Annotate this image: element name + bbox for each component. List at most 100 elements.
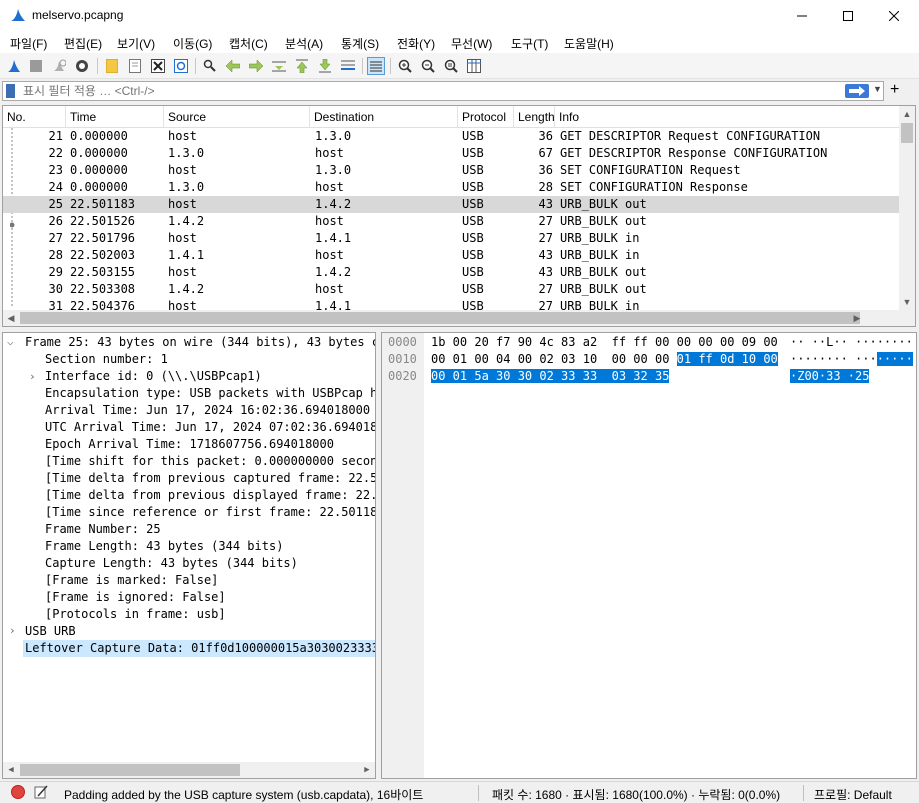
scroll-thumb[interactable] bbox=[20, 312, 860, 324]
ascii-line-0[interactable]: ·· ··L·· ········ bbox=[790, 334, 913, 351]
scroll-down-icon[interactable]: ▼ bbox=[899, 294, 915, 310]
packet-list-vscroll[interactable]: ▲ ▼ bbox=[899, 106, 915, 310]
hex-line-0[interactable]: 1b 00 20 f7 90 4c 83 a2 ff ff 00 00 00 0… bbox=[431, 334, 778, 351]
frame-field[interactable]: UTC Arrival Time: Jun 17, 2024 07:02:36.… bbox=[45, 419, 375, 436]
maximize-button[interactable] bbox=[825, 0, 871, 31]
frame-field[interactable]: [Protocols in frame: usb] bbox=[45, 606, 226, 623]
close-file-button[interactable] bbox=[149, 57, 167, 75]
frame-field[interactable]: [Frame is ignored: False] bbox=[45, 589, 226, 606]
menu-file[interactable]: 파일(F) bbox=[10, 35, 47, 52]
colorize-button[interactable] bbox=[367, 57, 385, 75]
packet-list-hscroll[interactable]: ◀ ▶ bbox=[3, 310, 915, 326]
scroll-up-icon[interactable]: ▲ bbox=[899, 106, 915, 122]
packet-cell-no: 29 bbox=[48, 265, 63, 279]
column-header-length[interactable]: Length bbox=[514, 106, 555, 128]
leftover-capture-data[interactable]: Leftover Capture Data: 01ff0d100000015a3… bbox=[23, 640, 375, 657]
menu-help[interactable]: 도움말(H) bbox=[564, 35, 614, 52]
frame-field[interactable]: Epoch Arrival Time: 1718607756.694018000 bbox=[45, 436, 334, 453]
column-header-source[interactable]: Source bbox=[164, 106, 310, 128]
profile-indicator[interactable]: 프로필: Default bbox=[814, 786, 892, 803]
zoom-out-button[interactable] bbox=[419, 57, 437, 75]
display-filter-input[interactable] bbox=[23, 83, 833, 99]
minimize-button[interactable] bbox=[779, 0, 825, 31]
frame-header[interactable]: Frame 25: 43 bytes on wire (344 bits), 4… bbox=[25, 334, 375, 351]
frame-field[interactable]: [Time since reference or first frame: 22… bbox=[45, 504, 375, 521]
expert-info-icon[interactable] bbox=[11, 785, 25, 799]
packet-row[interactable]: 29 22.503155 host 1.4.2 USB 43 URB_BULK out bbox=[3, 264, 900, 281]
capture-options-button[interactable] bbox=[73, 57, 91, 75]
zoom-in-button[interactable] bbox=[396, 57, 414, 75]
last-packet-button[interactable] bbox=[316, 57, 334, 75]
comment-edit-icon[interactable] bbox=[34, 785, 48, 799]
menu-analyze[interactable]: 분석(A) bbox=[285, 35, 323, 52]
scroll-thumb[interactable] bbox=[901, 123, 913, 143]
hex-line-1[interactable]: 00 01 00 04 00 02 03 10 00 00 00 01 ff 0… bbox=[431, 351, 778, 368]
scroll-right-icon[interactable]: ▶ bbox=[359, 762, 375, 778]
filter-history-dropdown[interactable]: ▼ bbox=[873, 84, 882, 94]
packet-row[interactable]: 22 0.000000 1.3.0 host USB 67 GET DESCRIPTOR R… bbox=[3, 145, 900, 162]
collapse-chevron-icon[interactable]: ⌵ bbox=[7, 335, 14, 348]
scroll-left-icon[interactable]: ◀ bbox=[3, 762, 19, 778]
packet-row[interactable]: 26 22.501526 1.4.2 host USB 27 URB_BULK out bbox=[3, 213, 900, 230]
frame-field[interactable]: Frame Number: 25 bbox=[45, 521, 161, 538]
menu-edit[interactable]: 편집(E) bbox=[64, 35, 102, 52]
menu-go[interactable]: 이동(G) bbox=[173, 35, 212, 52]
frame-field[interactable]: Encapsulation type: USB packets with USB… bbox=[45, 385, 375, 402]
packet-row[interactable]: 25 22.501183 host 1.4.2 USB 43 URB_BULK out bbox=[3, 196, 900, 213]
start-capture-button[interactable] bbox=[5, 57, 23, 75]
ascii-line-2[interactable]: ·Z00·33 ·25 bbox=[790, 368, 870, 385]
add-filter-button[interactable]: + bbox=[890, 81, 899, 99]
expand-chevron-icon[interactable]: › bbox=[9, 624, 16, 637]
close-button[interactable] bbox=[871, 0, 917, 31]
reload-file-button[interactable] bbox=[172, 57, 190, 75]
column-header-info[interactable]: Info bbox=[555, 106, 900, 128]
column-header-destination[interactable]: Destination bbox=[310, 106, 458, 128]
open-file-button[interactable] bbox=[103, 57, 121, 75]
stop-capture-button[interactable] bbox=[27, 57, 45, 75]
menu-capture[interactable]: 캡처(C) bbox=[229, 35, 268, 52]
scroll-right-icon[interactable]: ▶ bbox=[849, 310, 865, 326]
expand-chevron-icon[interactable]: › bbox=[29, 370, 36, 383]
frame-field[interactable]: [Time shift for this packet: 0.000000000… bbox=[45, 453, 375, 470]
frame-field[interactable]: Capture Length: 43 bytes (344 bits) bbox=[45, 555, 298, 572]
open-folder-button[interactable] bbox=[126, 57, 144, 75]
packet-row[interactable]: 27 22.501796 host 1.4.1 USB 27 URB_BULK in bbox=[3, 230, 900, 247]
frame-field[interactable]: [Time delta from previous displayed fram… bbox=[45, 487, 375, 504]
go-to-packet-button[interactable] bbox=[270, 57, 288, 75]
auto-scroll-button[interactable] bbox=[339, 57, 357, 75]
frame-field[interactable]: [Time delta from previous captured frame… bbox=[45, 470, 375, 487]
column-header-protocol[interactable]: Protocol bbox=[458, 106, 514, 128]
frame-field[interactable]: Interface id: 0 (\\.\USBPcap1) bbox=[45, 368, 262, 385]
packet-row[interactable]: 28 22.502003 1.4.1 host USB 43 URB_BULK in bbox=[3, 247, 900, 264]
resize-columns-button[interactable] bbox=[465, 57, 483, 75]
scroll-left-icon[interactable]: ◀ bbox=[3, 310, 19, 326]
usb-urb-node[interactable]: USB URB bbox=[25, 623, 76, 640]
normal-size-button[interactable] bbox=[442, 57, 460, 75]
frame-field[interactable]: [Frame is marked: False] bbox=[45, 572, 218, 589]
restart-capture-button[interactable] bbox=[50, 57, 68, 75]
column-header-no[interactable]: No. bbox=[3, 106, 66, 128]
scroll-thumb[interactable] bbox=[20, 764, 240, 776]
find-packet-button[interactable] bbox=[201, 57, 219, 75]
column-header-time[interactable]: Time bbox=[66, 106, 164, 128]
hex-line-2[interactable]: 00 01 5a 30 30 02 33 33 03 32 35 bbox=[431, 368, 670, 385]
first-packet-button[interactable] bbox=[293, 57, 311, 75]
packet-row[interactable]: 23 0.000000 host 1.3.0 USB 36 SET CONFIGURATIO… bbox=[3, 162, 900, 179]
go-forward-button[interactable] bbox=[247, 57, 265, 75]
menu-tools[interactable]: 도구(T) bbox=[511, 35, 548, 52]
ascii-line-1[interactable]: ········ ········ bbox=[790, 351, 913, 368]
apply-filter-button[interactable] bbox=[845, 84, 869, 98]
details-hscroll[interactable]: ◀ ▶ bbox=[3, 762, 375, 778]
menu-wireless[interactable]: 무선(W) bbox=[451, 35, 492, 52]
menu-telephony[interactable]: 전화(Y) bbox=[397, 35, 435, 52]
frame-field[interactable]: Arrival Time: Jun 17, 2024 16:02:36.6940… bbox=[45, 402, 375, 419]
menu-statistics[interactable]: 통계(S) bbox=[341, 35, 379, 52]
menu-view[interactable]: 보기(V) bbox=[117, 35, 155, 52]
bookmark-icon[interactable] bbox=[6, 84, 15, 98]
frame-field[interactable]: Frame Length: 43 bytes (344 bits) bbox=[45, 538, 283, 555]
packet-row[interactable]: 30 22.503308 1.4.2 host USB 27 URB_BULK out bbox=[3, 281, 900, 298]
go-back-button[interactable] bbox=[224, 57, 242, 75]
packet-row[interactable]: 24 0.000000 1.3.0 host USB 28 SET CONFIGURATIO… bbox=[3, 179, 900, 196]
frame-field[interactable]: Section number: 1 bbox=[45, 351, 168, 368]
packet-row[interactable]: 21 0.000000 host 1.3.0 USB 36 GET DESCRIPTOR R… bbox=[3, 128, 900, 145]
